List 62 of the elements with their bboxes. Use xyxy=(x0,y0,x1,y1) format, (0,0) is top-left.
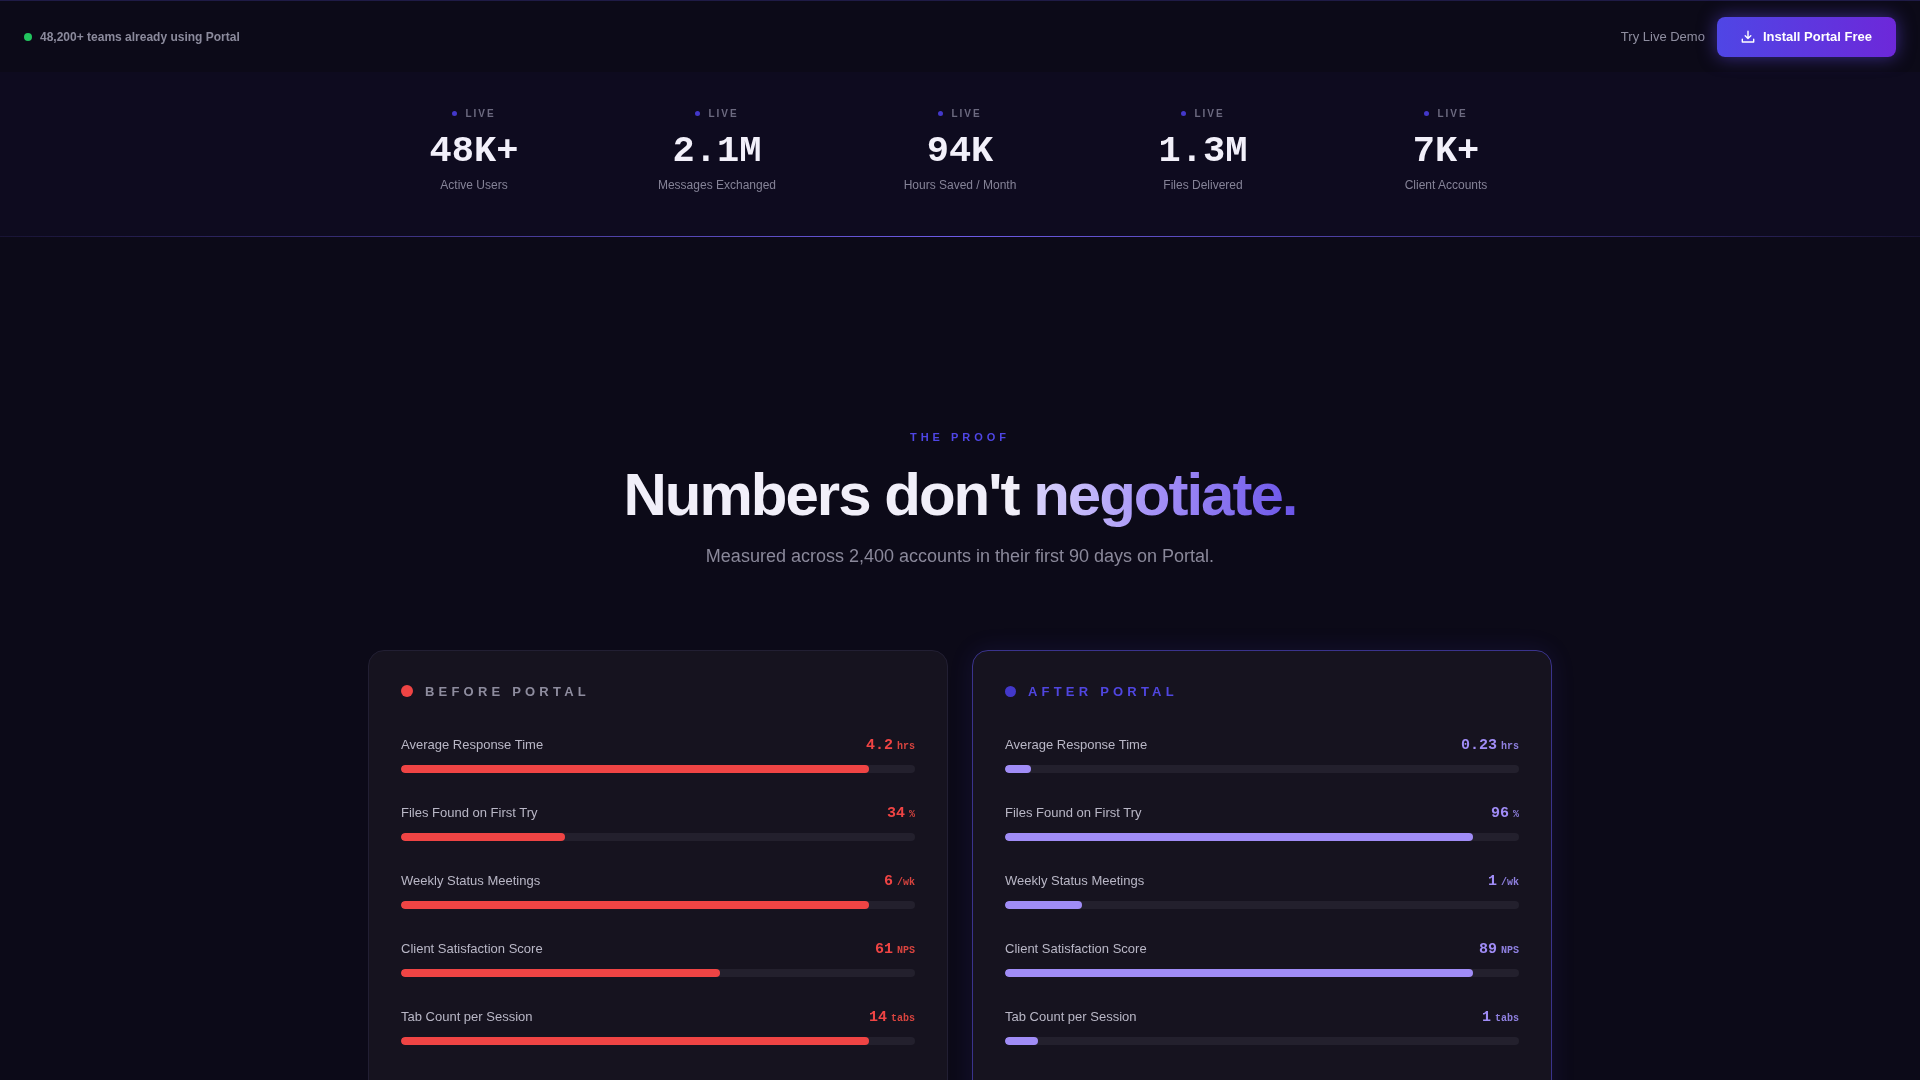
metric-value: 96 xyxy=(1490,805,1509,822)
status-dot-icon xyxy=(401,685,413,697)
metric-unit: NPS xyxy=(1501,945,1519,956)
stat-value: 2.1M xyxy=(672,130,762,172)
stat-value: 48K+ xyxy=(429,130,519,172)
metric-label: Tab Count per Session xyxy=(1005,1008,1137,1026)
stat-value: 1.3M xyxy=(1158,130,1248,172)
metric-value: 89 xyxy=(1478,941,1497,958)
metric-unit: hrs xyxy=(897,741,915,752)
metric-unit: /wk xyxy=(897,877,915,888)
metric-value: 0.23 xyxy=(1460,737,1497,754)
metric-value: 4.2 xyxy=(865,737,893,754)
live-label: LIVE xyxy=(465,107,496,119)
metric-unit: tabs xyxy=(1495,1013,1519,1024)
metric-value: 34 xyxy=(886,805,905,822)
metric-unit: tabs xyxy=(891,1013,915,1024)
metric-label: Average Response Time xyxy=(401,736,544,754)
social-proof-text: 48,200+ teams already using Portal xyxy=(40,29,240,44)
card-title: BEFORE PORTAL xyxy=(425,683,590,699)
live-dot-icon xyxy=(938,110,944,116)
demo-link[interactable]: Try Live Demo xyxy=(1620,29,1705,44)
stat-value: 94K xyxy=(926,130,994,172)
metric-label: Weekly Status Meetings xyxy=(401,872,541,890)
live-dot-icon xyxy=(1181,110,1187,116)
metric-unit: % xyxy=(909,809,915,820)
section-subtitle: Measured across 2,400 accounts in their first 90 days on Portal. xyxy=(705,545,1215,568)
metric-value: 1 xyxy=(1487,873,1497,890)
metric-unit: hrs xyxy=(1501,741,1519,752)
card-title: AFTER PORTAL xyxy=(1028,683,1178,699)
metric-value: 14 xyxy=(868,1009,887,1026)
metric-label: Tab Count per Session xyxy=(401,1008,533,1026)
metric-label: Client Satisfaction Score xyxy=(401,940,543,958)
metric-value: 6 xyxy=(883,873,893,890)
live-dot-icon xyxy=(695,110,701,116)
live-label: LIVE xyxy=(1437,107,1468,119)
live-label: LIVE xyxy=(1194,107,1225,119)
stat-label: Messages Exchanged xyxy=(657,177,777,193)
metric-value: 61 xyxy=(874,941,893,958)
metric-label: Files Found on First Try xyxy=(1005,804,1142,822)
live-dot-icon xyxy=(1424,110,1430,116)
status-dot-icon xyxy=(1005,685,1016,697)
section-heading: Numbers don't xyxy=(623,461,1019,528)
download-icon xyxy=(1740,29,1755,44)
section-eyebrow: THE PROOF xyxy=(909,430,1011,444)
metric-value: 1 xyxy=(1481,1009,1491,1026)
metric-label: Client Satisfaction Score xyxy=(1005,940,1147,958)
stat-label: Active Users xyxy=(440,177,508,193)
live-label: LIVE xyxy=(951,107,982,119)
stat-label: Files Delivered xyxy=(1163,177,1243,193)
install-button[interactable]: Install Portal Free xyxy=(1716,16,1896,57)
metric-unit: NPS xyxy=(897,945,915,956)
metric-label: Files Found on First Try xyxy=(401,804,538,822)
status-dot-icon xyxy=(24,32,32,41)
stat-value: 7K+ xyxy=(1412,130,1480,172)
metric-unit: /wk xyxy=(1501,877,1519,888)
metric-unit: % xyxy=(1513,809,1519,820)
metric-label: Weekly Status Meetings xyxy=(1005,872,1145,890)
live-label: LIVE xyxy=(708,107,739,119)
stat-label: Hours Saved / Month xyxy=(903,177,1017,193)
stat-label: Client Accounts xyxy=(1404,177,1488,193)
live-dot-icon xyxy=(452,110,458,116)
metric-label: Average Response Time xyxy=(1005,736,1148,754)
